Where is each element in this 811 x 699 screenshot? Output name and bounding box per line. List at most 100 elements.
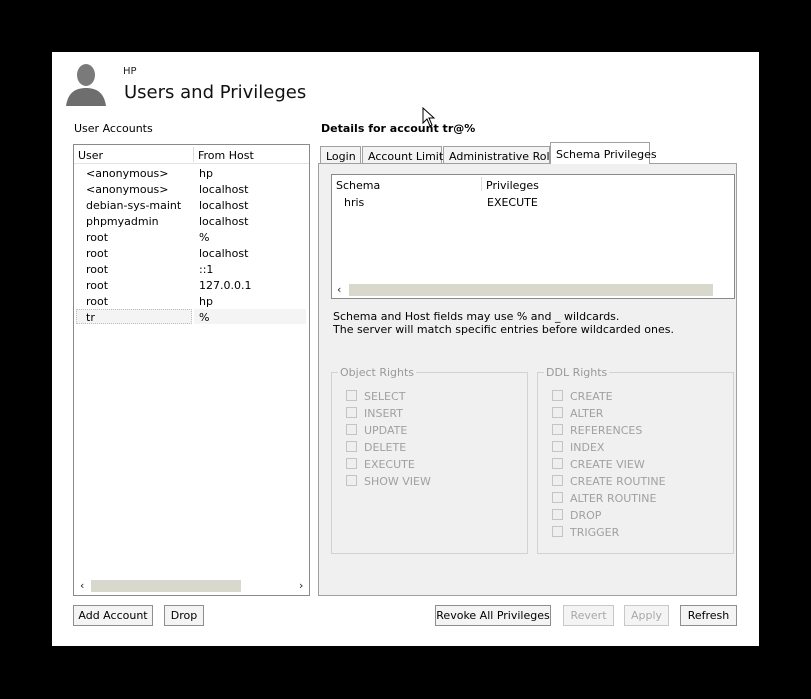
user-cell[interactable]: root <box>86 247 108 260</box>
user-cell[interactable]: root <box>86 295 108 308</box>
ddl-right-checkbox-label: ALTER <box>570 407 604 420</box>
user-cell[interactable]: debian-sys-maint <box>86 199 181 212</box>
object-right-checkbox-label: EXECUTE <box>364 458 415 471</box>
ddl-right-checkbox[interactable] <box>552 390 563 401</box>
users-privileges-window: HP Users and Privileges User Accounts Us… <box>52 52 759 646</box>
wildcard-note-line-1: Schema and Host fields may use % and _ w… <box>333 310 620 323</box>
ddl-right-checkbox-label: REFERENCES <box>570 424 643 437</box>
column-divider <box>193 147 194 162</box>
object-right-checkbox[interactable] <box>346 441 357 452</box>
ddl-right-checkbox[interactable] <box>552 407 563 418</box>
host-cell[interactable]: ::1 <box>199 263 213 276</box>
host-cell[interactable]: 127.0.0.1 <box>199 279 251 292</box>
ddl-right-checkbox-label: ALTER ROUTINE <box>570 492 657 505</box>
host-cell[interactable]: localhost <box>199 199 248 212</box>
schema-cell[interactable]: hris <box>344 196 364 209</box>
user-cell[interactable]: phpmyadmin <box>86 215 159 228</box>
ddl-right-checkbox-label: CREATE <box>570 390 613 403</box>
user-cell[interactable]: <anonymous> <box>86 183 169 196</box>
column-header-schema[interactable]: Schema <box>336 179 380 192</box>
ddl-right-checkbox[interactable] <box>552 492 563 503</box>
scroll-thumb[interactable] <box>91 580 241 592</box>
column-header-user[interactable]: User <box>78 149 103 162</box>
ddl-right-checkbox[interactable] <box>552 509 563 520</box>
object-right-checkbox-label: DELETE <box>364 441 407 454</box>
revert-button[interactable]: Revert <box>563 605 614 626</box>
user-list-hscrollbar[interactable]: ‹ › <box>75 578 308 594</box>
drop-button[interactable]: Drop <box>164 605 204 626</box>
refresh-button[interactable]: Refresh <box>680 605 737 626</box>
tab-administrative-roles[interactable]: Administrative Roles <box>443 146 562 164</box>
revoke-all-privileges-button[interactable]: Revoke All Privileges <box>435 605 551 626</box>
object-right-checkbox-label: INSERT <box>364 407 403 420</box>
object-rights-group: Object Rights SELECT INSERT UPDATE DELETE EX… <box>331 366 528 554</box>
server-host-label: HP <box>123 66 137 77</box>
ddl-rights-group: DDL Rights CREATE ALTER REFERENCES INDEX CRE… <box>537 366 734 554</box>
user-cell[interactable]: tr <box>86 311 95 324</box>
table-row[interactable]: root hp <box>74 293 309 309</box>
object-right-checkbox[interactable] <box>346 475 357 486</box>
table-row[interactable]: root localhost <box>74 245 309 261</box>
user-avatar-icon <box>66 64 106 106</box>
table-row[interactable]: <anonymous> localhost <box>74 181 309 197</box>
tab-schema-privileges[interactable]: Schema Privileges <box>550 142 657 164</box>
host-cell[interactable]: % <box>199 311 209 324</box>
user-accounts-list[interactable]: User From Host <anonymous> hp <anonymous> l… <box>73 144 310 596</box>
schema-privileges-table[interactable]: Schema Privileges hris EXECUTE ‹ <box>331 174 735 299</box>
object-right-checkbox[interactable] <box>346 458 357 469</box>
object-right-checkbox[interactable] <box>346 424 357 435</box>
object-rights-label: Object Rights <box>338 366 417 379</box>
add-account-button[interactable]: Add Account <box>73 605 153 626</box>
ddl-right-checkbox[interactable] <box>552 526 563 537</box>
host-cell[interactable]: localhost <box>199 215 248 228</box>
user-cell[interactable]: root <box>86 231 108 244</box>
table-row[interactable]: debian-sys-maint localhost <box>74 197 309 213</box>
table-row[interactable]: phpmyadmin localhost <box>74 213 309 229</box>
user-cell[interactable]: <anonymous> <box>86 167 169 180</box>
apply-button[interactable]: Apply <box>624 605 669 626</box>
mouse-pointer-icon <box>422 107 436 127</box>
object-right-checkbox[interactable] <box>346 390 357 401</box>
host-cell[interactable]: % <box>199 231 209 244</box>
schema-table-hscrollbar[interactable]: ‹ <box>333 282 734 298</box>
table-row[interactable]: <anonymous> hp <box>74 165 309 181</box>
user-accounts-label: User Accounts <box>74 122 153 135</box>
tab-login[interactable]: Login <box>320 146 361 164</box>
scroll-left-arrow-icon[interactable]: ‹ <box>337 282 341 298</box>
ddl-right-checkbox-label: CREATE ROUTINE <box>570 475 666 488</box>
scroll-left-arrow-icon[interactable]: ‹ <box>80 578 84 594</box>
column-header-privileges[interactable]: Privileges <box>486 179 539 192</box>
ddl-right-checkbox-label: INDEX <box>570 441 605 454</box>
ddl-right-checkbox[interactable] <box>552 441 563 452</box>
table-row[interactable]: root::1 <box>74 261 309 277</box>
details-label: Details for account tr@% <box>321 122 476 135</box>
column-header-host[interactable]: From Host <box>198 149 254 162</box>
object-right-checkbox-label: SHOW VIEW <box>364 475 431 488</box>
object-right-checkbox[interactable] <box>346 407 357 418</box>
user-list-header: User From Host <box>74 145 309 164</box>
privileges-cell[interactable]: EXECUTE <box>487 196 538 209</box>
tab-account-limits[interactable]: Account Limits <box>362 146 449 164</box>
wildcard-note-line-2: The server will match specific entries b… <box>333 323 674 336</box>
table-row[interactable]: tr% <box>74 309 309 325</box>
ddl-right-checkbox-label: DROP <box>570 509 602 522</box>
table-row[interactable]: root 127.0.0.1 <box>74 277 309 293</box>
object-right-checkbox-label: SELECT <box>364 390 406 403</box>
scroll-right-arrow-icon[interactable]: › <box>299 578 303 594</box>
host-cell[interactable]: localhost <box>199 247 248 260</box>
user-cell[interactable]: root <box>86 279 108 292</box>
page-title: Users and Privileges <box>124 82 307 103</box>
ddl-right-checkbox[interactable] <box>552 475 563 486</box>
user-cell[interactable]: root <box>86 263 108 276</box>
scroll-thumb[interactable] <box>349 284 713 296</box>
ddl-rights-label: DDL Rights <box>544 366 610 379</box>
ddl-right-checkbox[interactable] <box>552 424 563 435</box>
table-row[interactable]: root% <box>74 229 309 245</box>
schema-privileges-panel: Schema Privileges hris EXECUTE ‹ Schema … <box>318 163 737 596</box>
object-right-checkbox-label: UPDATE <box>364 424 408 437</box>
host-cell[interactable]: localhost <box>199 183 248 196</box>
selection-highlight <box>194 309 306 324</box>
host-cell[interactable]: hp <box>199 167 213 180</box>
host-cell[interactable]: hp <box>199 295 213 308</box>
ddl-right-checkbox[interactable] <box>552 458 563 469</box>
